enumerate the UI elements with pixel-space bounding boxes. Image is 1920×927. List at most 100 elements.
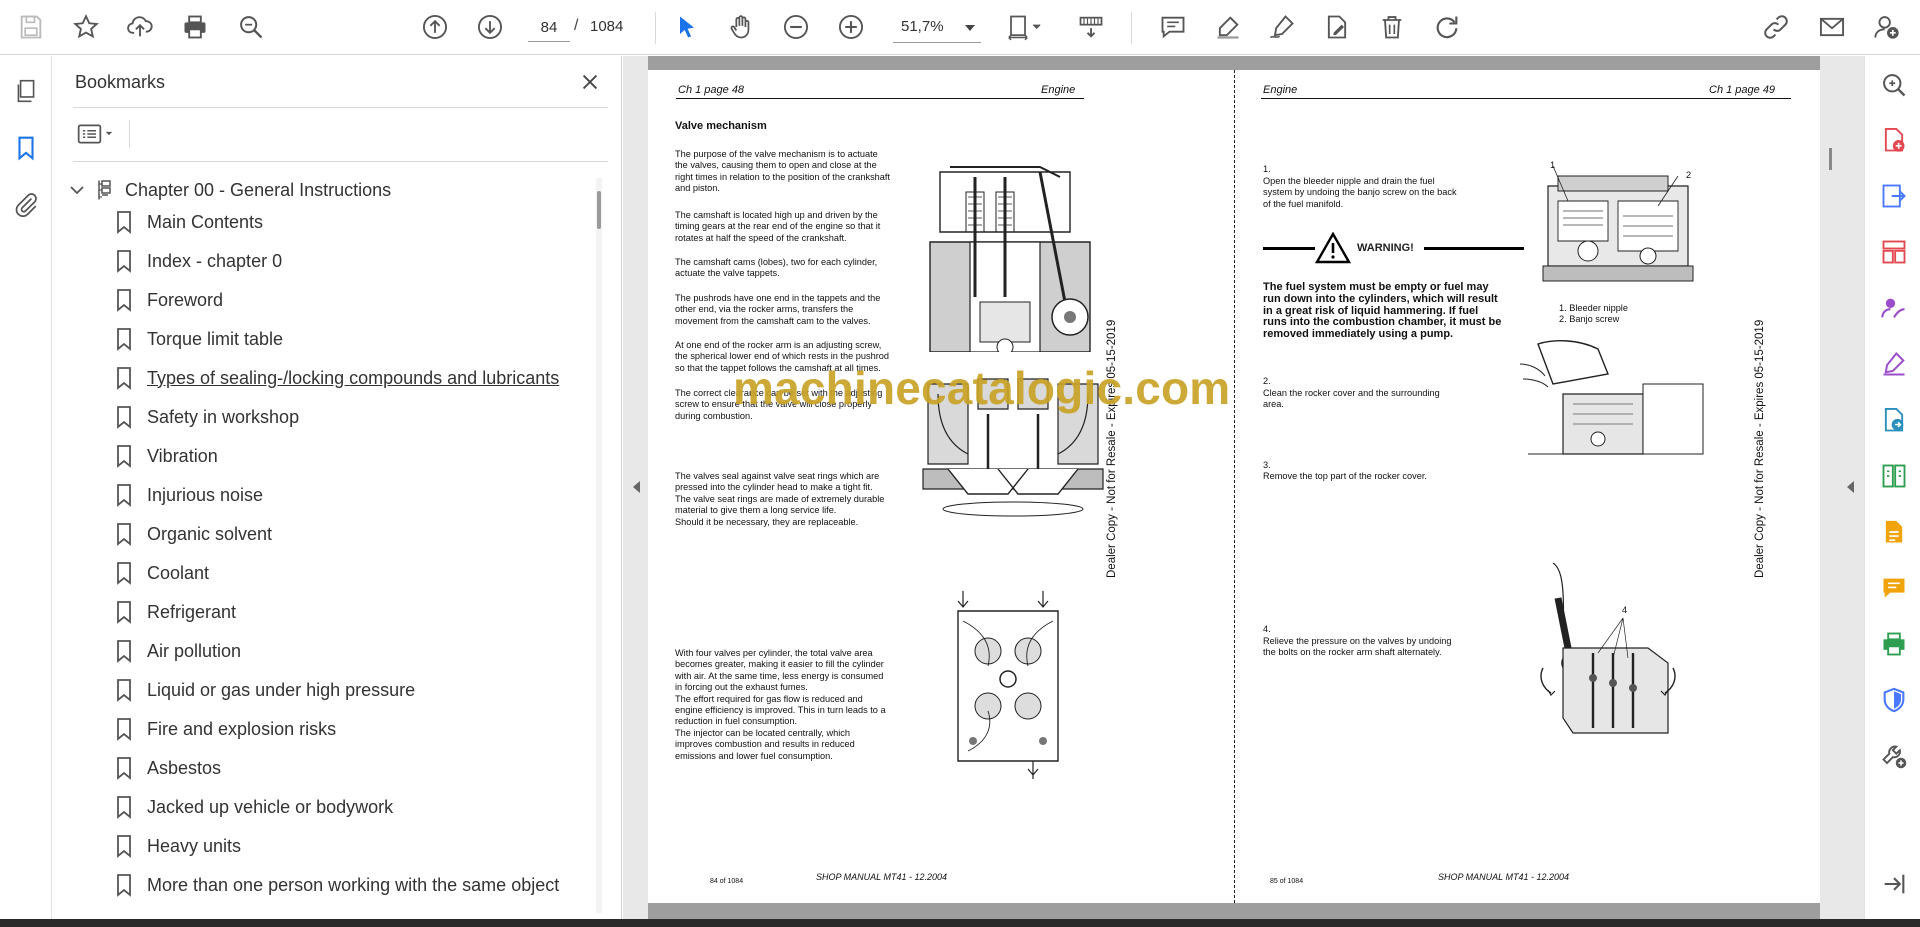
expand-right-panel-icon[interactable] <box>1847 481 1854 493</box>
bookmark-item[interactable]: Index - chapter 0 <box>113 245 583 277</box>
section-title: Valve mechanism <box>675 120 767 132</box>
bookmarks-scrollbar-thumb[interactable] <box>597 191 601 229</box>
bookmark-item[interactable]: Air pollution <box>113 635 583 667</box>
protect-shield-icon[interactable] <box>1878 684 1910 716</box>
collapse-left-panel-icon[interactable] <box>633 481 640 493</box>
print-production-icon[interactable] <box>1878 628 1910 660</box>
footer-title: SHOP MANUAL MT41 - 12.2004 <box>1438 872 1570 882</box>
select-cursor-icon[interactable] <box>670 10 704 44</box>
bookmark-item[interactable]: Safety in workshop <box>113 401 583 433</box>
zoom-in-icon[interactable] <box>834 10 868 44</box>
warning-triangle-icon <box>1315 232 1351 264</box>
rocker-shaft-wrench-illustration <box>1540 562 1676 734</box>
bookmark-item[interactable]: Asbestos <box>113 752 583 784</box>
bookmark-item[interactable]: Organic solvent <box>113 518 583 550</box>
bookmark-item[interactable]: Jacked up vehicle or bodywork <box>113 791 583 823</box>
chevron-down-icon <box>965 25 975 31</box>
bookmark-item[interactable]: Liquid or gas under high pressure <box>113 674 583 706</box>
bookmark-item[interactable]: Types of sealing-/locking compounds and … <box>113 362 583 394</box>
highlight-icon[interactable] <box>1211 10 1245 44</box>
bookmark-item[interactable]: Coolant <box>113 557 583 589</box>
close-panel-button[interactable] <box>576 68 604 96</box>
share-upload-icon[interactable] <box>123 10 157 44</box>
zoom-out-icon[interactable] <box>779 10 813 44</box>
rotate-icon[interactable] <box>1430 10 1464 44</box>
draw-freeform-icon[interactable] <box>1265 10 1299 44</box>
collapse-tools-icon[interactable] <box>1878 868 1910 900</box>
more-tools-icon[interactable] <box>1878 740 1910 772</box>
delete-icon[interactable] <box>1375 10 1409 44</box>
step-text: Clean the rocker cover and the surroundi… <box>1263 388 1440 410</box>
bookmark-item[interactable]: Foreword <box>113 284 583 316</box>
edit-pdf-icon[interactable] <box>1878 516 1910 548</box>
bookmark-item[interactable]: Fire and explosion risks <box>113 713 583 745</box>
figure-legend: 2. Banjo screw <box>1559 314 1620 324</box>
bookmark-item[interactable]: Torque limit table <box>113 323 583 355</box>
bookmark-item-label: Air pollution <box>147 640 242 661</box>
warning-rule <box>1263 246 1315 250</box>
comment-icon[interactable] <box>1156 10 1190 44</box>
bookmark-item-label: Heavy units <box>147 835 242 856</box>
bookmark-options-button[interactable] <box>75 119 121 149</box>
comment-tool-icon[interactable] <box>1878 572 1910 604</box>
page-fold-line <box>1234 70 1235 903</box>
organize-pages-icon[interactable] <box>1878 236 1910 268</box>
fill-and-sign-icon[interactable] <box>1878 348 1910 380</box>
bookmark-item[interactable]: More than one person working with the sa… <box>113 869 583 901</box>
bookmarks-scrollbar-track[interactable] <box>596 178 602 913</box>
bookmark-item[interactable]: Refrigerant <box>113 596 583 628</box>
document-scrollbar-thumb[interactable] <box>1829 148 1832 170</box>
create-pdf-icon[interactable] <box>1878 124 1910 156</box>
send-for-review-icon[interactable] <box>1878 404 1910 436</box>
page-number-input[interactable] <box>528 14 570 42</box>
bookmark-item[interactable]: Heavy units <box>113 830 583 862</box>
add-user-icon[interactable] <box>1870 10 1904 44</box>
bookmark-item-label: Torque limit table <box>147 328 284 349</box>
attachments-icon[interactable] <box>11 189 41 219</box>
page-thumbnails-icon[interactable] <box>11 76 41 106</box>
save-icon[interactable] <box>14 10 48 44</box>
bookmark-panel-icon[interactable] <box>11 133 41 163</box>
figure-legend: 1. Bleeder nipple <box>1559 303 1628 313</box>
scrolling-mode-icon[interactable] <box>1074 10 1108 44</box>
page-edge <box>648 56 1820 70</box>
page-fit-icon[interactable] <box>1003 10 1047 44</box>
bookmark-icon <box>117 757 131 780</box>
bookmark-item[interactable]: Vibration <box>113 440 583 472</box>
bookmark-item-label: Injurious noise <box>147 484 264 505</box>
bookmark-icon <box>117 367 131 390</box>
export-pdf-icon[interactable] <box>1878 180 1910 212</box>
fill-sign-icon[interactable] <box>1320 10 1354 44</box>
list-options-icon <box>77 124 113 144</box>
bookmark-icon <box>117 289 131 312</box>
document-viewport[interactable]: Ch 1 page 48 Engine Valve mechanism The … <box>623 56 1864 919</box>
zoom-dropdown[interactable]: 51,7% <box>893 13 981 43</box>
request-signatures-icon[interactable] <box>1878 292 1910 324</box>
bookmark-icon <box>117 445 131 468</box>
paragraph: With four valves per cylinder, the total… <box>675 648 886 761</box>
previous-page-icon[interactable] <box>418 10 452 44</box>
bookmark-icon <box>117 718 131 741</box>
bookmark-item-label: Asbestos <box>147 757 222 778</box>
top-toolbar: / 1084 51,7% <box>0 0 1920 55</box>
valve-layout-illustration <box>957 591 1059 779</box>
toolbar-divider <box>1131 12 1132 44</box>
bookmark-item[interactable]: Injurious noise <box>113 479 583 511</box>
page-separator: / <box>574 17 579 34</box>
bookmark-item[interactable]: Main Contents <box>113 206 583 238</box>
print-icon[interactable] <box>178 10 212 44</box>
compare-files-icon[interactable] <box>1878 460 1910 492</box>
email-icon[interactable] <box>1815 10 1849 44</box>
hand-tool-icon[interactable] <box>724 10 758 44</box>
share-link-icon[interactable] <box>1759 10 1793 44</box>
chevron-down-icon[interactable] <box>67 180 87 200</box>
next-page-icon[interactable] <box>473 10 507 44</box>
find-zoom-icon[interactable] <box>234 10 268 44</box>
header-rule <box>1261 98 1791 99</box>
bookmark-item-label: More than one person working with the sa… <box>147 874 560 895</box>
zoom-search-icon[interactable] <box>1878 69 1910 101</box>
bookmark-icon <box>117 250 131 273</box>
star-icon[interactable] <box>69 10 103 44</box>
page-edge <box>648 903 1820 919</box>
bookmark-chapter[interactable]: Chapter 00 - General Instructions <box>67 174 567 206</box>
